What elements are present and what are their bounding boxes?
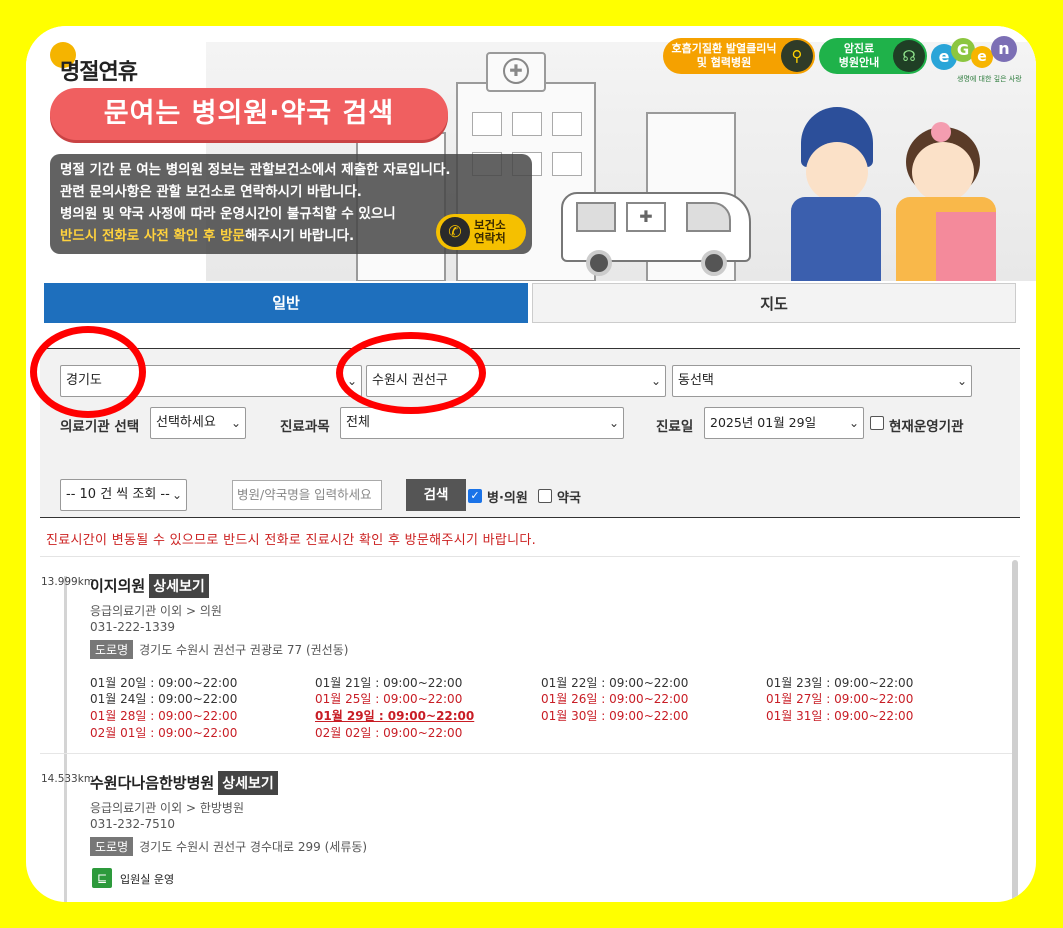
department-select[interactable]: 전체 ⌄ [340,407,624,439]
phone-icon: ✆ [440,217,470,247]
fever-clinic-button[interactable]: 호흡기질환 발열클리닉 및 협력병원 ⚲ [663,38,815,74]
hours-item-holiday: 01월 25일 : 09:00~22:00 [315,692,463,706]
department-label: 진료과목 [280,419,330,435]
date-value: 2025년 01월 29일 [710,415,817,430]
hospital-category: 응급의료기관 이외 > 의원 [90,604,222,618]
hours-item-holiday: 01월 27일 : 09:00~22:00 [766,692,914,706]
detail-button[interactable]: 상세보기 [218,771,278,795]
cancer-hospital-label: 병원안내 [838,56,880,69]
hospital-name-text: 이지의원 [90,577,146,595]
name-search-input[interactable]: 병원/약국명을 입력하세요 [232,480,382,510]
contact-label: 연락처 [474,231,506,245]
hours-item-holiday: 01월 31일 : 09:00~22:00 [766,709,914,723]
inpatient-label: 입원실 운영 [120,873,175,886]
banner: ✚ ✚ 명절연휴 문여는 병의원·약국 검색 명절 기간 문 여는 병의원 정보… [26,26,1036,281]
chevron-down-icon: ⌄ [171,488,182,502]
result-divider [40,753,1012,754]
chevron-down-icon: ⌄ [848,416,859,430]
pharmacy-label: 약국 [557,491,581,506]
notice-tail: 해주시기 바랍니다. [244,228,355,244]
open-now-label: 현재운영기관 [889,419,964,435]
department-value: 전체 [346,415,370,430]
hours-item-holiday: 01월 26일 : 09:00~22:00 [541,692,689,706]
hours-item-holiday: 01월 28일 : 09:00~22:00 [90,709,238,723]
hospital-name-text: 수원다나음한방병원 [90,774,215,792]
hours-item: 01월 21일 : 09:00~22:00 [315,676,463,690]
hours-item: 01월 20일 : 09:00~22:00 [90,676,238,690]
fever-clinic-label: 및 협력병원 [696,56,752,69]
page-size-select[interactable]: -- 10 건 씩 조회 -- ⌄ [60,479,187,511]
facility-select[interactable]: 선택하세요 ⌄ [150,407,246,439]
notice-line: 관련 문의사항은 관할 보건소로 연락하시기 바랍니다. [60,184,362,200]
pharmacy-checkbox[interactable] [538,489,552,503]
open-now-checkbox[interactable] [870,416,884,430]
hospital-address: 도로명 경기도 수원시 권선구 권광로 77 (권선동) [90,640,348,659]
facility-value: 선택하세요 [156,415,216,430]
egen-tagline: 생명에 대한 깊은 사랑 [957,75,1022,83]
hours-item-holiday: 01월 30일 : 09:00~22:00 [541,709,689,723]
annotation-circle-city [336,332,486,414]
date-select[interactable]: 2025년 01월 29일 ⌄ [704,407,864,439]
stethoscope-icon: ☊ [893,40,925,72]
brand-title: 명절연휴 [60,60,138,85]
distance: 14.533km [41,773,95,785]
health-center-contact-button[interactable]: ✆ 보건소 연락처 [436,214,526,250]
hours-item: 01월 22일 : 09:00~22:00 [541,676,689,690]
tab-map[interactable]: 지도 [532,283,1016,323]
hospital-address: 도로명 경기도 수원시 권선구 경수대로 299 (세류동) [90,837,367,856]
egen-logo[interactable]: e G e n 생명에 대한 깊은 사랑 [931,36,1022,86]
hours-item-today: 01월 29일 : 09:00~22:00 [315,707,474,724]
annotation-circle-province [30,326,146,418]
scrollbar[interactable] [1012,560,1018,902]
page-frame: ✚ ✚ 명절연휴 문여는 병의원·약국 검색 명절 기간 문 여는 병의원 정보… [26,26,1036,902]
divider [40,556,1020,557]
hospital-label: 병·의원 [487,491,528,506]
notice-line: 명절 기간 문 여는 병의원 정보는 관할보건소에서 제출한 자료입니다. [60,162,451,178]
warning-text: 진료시간이 변동될 수 있으므로 반드시 전화로 진료시간 확인 후 방문해주시… [46,533,537,548]
hospital-name: 수원다나음한방병원 상세보기 [90,771,278,795]
dong-value: 동선택 [678,373,714,388]
chevron-down-icon: ⌄ [608,416,619,430]
hours-item: 01월 23일 : 09:00~22:00 [766,676,914,690]
road-badge: 도로명 [90,640,134,659]
dong-select[interactable]: 동선택 ⌄ [672,365,972,397]
timeline-line [64,576,67,902]
address-text: 경기도 수원시 권선구 경수대로 299 (세류동) [139,840,368,854]
today-hours-text: 01월 29일 : 09:00~22:00 [315,709,475,723]
hospital-phone[interactable]: 031-232-7510 [90,817,175,831]
page-title: 문여는 병의원·약국 검색 [50,88,448,140]
address-text: 경기도 수원시 권선구 권광로 77 (권선동) [139,643,349,657]
search-panel: 경기도 ⌄ 수원시 권선구 ⌄ 동선택 ⌄ 의료기관 선택 선택하세요 ⌄ 진료과목 전… [40,348,1020,518]
page-size-value: -- 10 건 씩 조회 -- [66,487,170,502]
chevron-down-icon: ⌄ [956,374,967,388]
fever-clinic-label: 호흡기질환 발열클리닉 [671,42,777,55]
distance: 13.999km [41,576,95,588]
bicycle-icon: ⚲ [781,40,813,72]
cancer-hospital-label: 암진료 [843,42,875,55]
tab-general[interactable]: 일반 [44,283,528,323]
facility-label: 의료기관 선택 [60,419,140,435]
hours-item-holiday: 02월 02일 : 09:00~22:00 [315,726,463,740]
hospital-phone[interactable]: 031-222-1339 [90,620,175,634]
search-button[interactable]: 검색 [406,479,466,511]
bed-icon: ⊑ [92,868,112,888]
date-label: 진료일 [656,419,694,435]
chevron-down-icon: ⌄ [230,416,241,430]
cancer-hospital-button[interactable]: 암진료 병원안내 ☊ [819,38,927,74]
chevron-down-icon: ⌄ [650,374,661,388]
hospital-category: 응급의료기관 이외 > 한방병원 [90,801,244,815]
hours-item: 01월 24일 : 09:00~22:00 [90,692,238,706]
road-badge: 도로명 [90,837,134,856]
detail-button[interactable]: 상세보기 [149,574,209,598]
hours-item-holiday: 02월 01일 : 09:00~22:00 [90,726,238,740]
hospital-name: 이지의원 상세보기 [90,574,209,598]
notice-highlight: 반드시 전화로 사전 확인 후 방문 [60,228,245,244]
hospital-checkbox[interactable]: ✓ [468,489,482,503]
